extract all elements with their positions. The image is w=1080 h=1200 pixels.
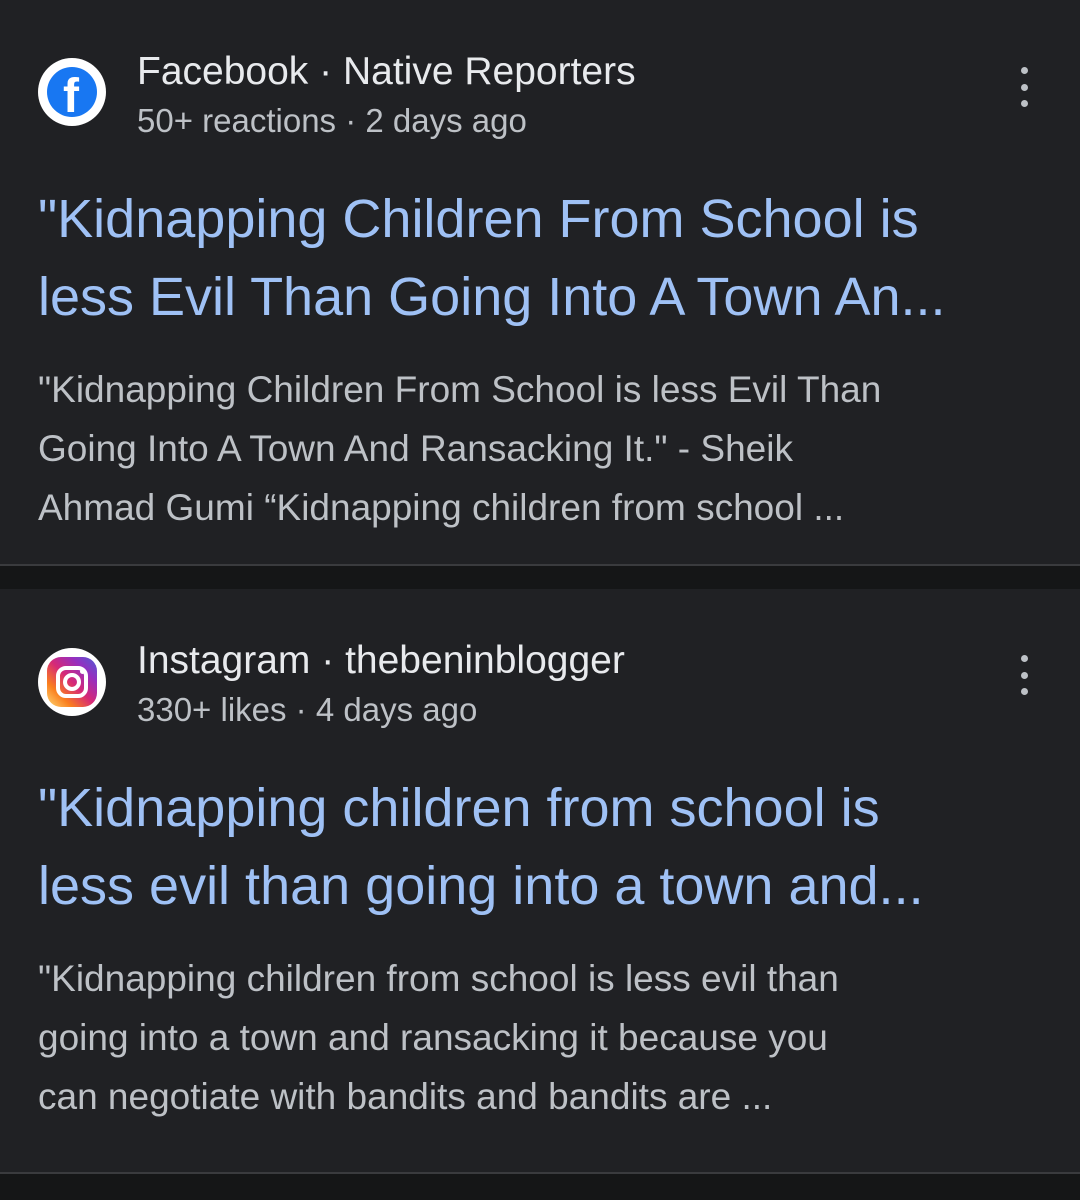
source-author: thebeninblogger [345, 639, 625, 682]
result-divider [0, 1172, 1080, 1200]
snippet-line: "Kidnapping children from school is less… [38, 958, 839, 999]
result-meta: 50+ reactions · 2 days ago [137, 102, 527, 139]
snippet-line: going into a town and ransacking it beca… [38, 1017, 828, 1058]
result-title-line: less evil than going into a town and... [38, 856, 924, 916]
snippet-line: "Kidnapping Children From School is less… [38, 369, 882, 410]
result-title-line: "Kidnapping Children From School is [38, 189, 919, 249]
snippet-line: Ahmad Gumi “Kidnapping children from sch… [38, 487, 845, 528]
source-author: Native Reporters [342, 50, 636, 93]
source-name: Facebook [137, 50, 309, 93]
result-divider [0, 564, 1080, 589]
result-source[interactable]: Facebook · Native Reporters [137, 49, 636, 95]
facebook-icon: f [38, 58, 106, 126]
result-source[interactable]: Instagram · thebeninblogger [137, 638, 625, 684]
source-separator: · [321, 639, 335, 682]
result-snippet: "Kidnapping children from school is less… [38, 949, 1048, 1126]
instagram-icon [38, 648, 106, 716]
source-name: Instagram [137, 639, 311, 682]
snippet-line: Going Into A Town And Ransacking It." - … [38, 428, 793, 469]
result-meta: 330+ likes · 4 days ago [137, 691, 478, 728]
search-results-feed: f Facebook · Native Reporters 50+ reacti… [0, 0, 1080, 1200]
result-title-line: "Kidnapping children from school is [38, 778, 880, 838]
source-separator: · [319, 50, 333, 93]
result-snippet: "Kidnapping Children From School is less… [38, 360, 1048, 537]
result-title-link[interactable]: "Kidnapping children from school is less… [38, 769, 1048, 925]
result-title-link[interactable]: "Kidnapping Children From School is less… [38, 180, 1048, 336]
more-options-icon[interactable] [1012, 655, 1036, 695]
result-title-line: less Evil Than Going Into A Town An... [38, 267, 946, 327]
search-result-card: f Facebook · Native Reporters 50+ reacti… [0, 0, 1080, 564]
more-options-icon[interactable] [1012, 67, 1036, 107]
snippet-line: can negotiate with bandits and bandits a… [38, 1076, 773, 1117]
search-result-card: Instagram · thebeninblogger 330+ likes ·… [0, 589, 1080, 1172]
